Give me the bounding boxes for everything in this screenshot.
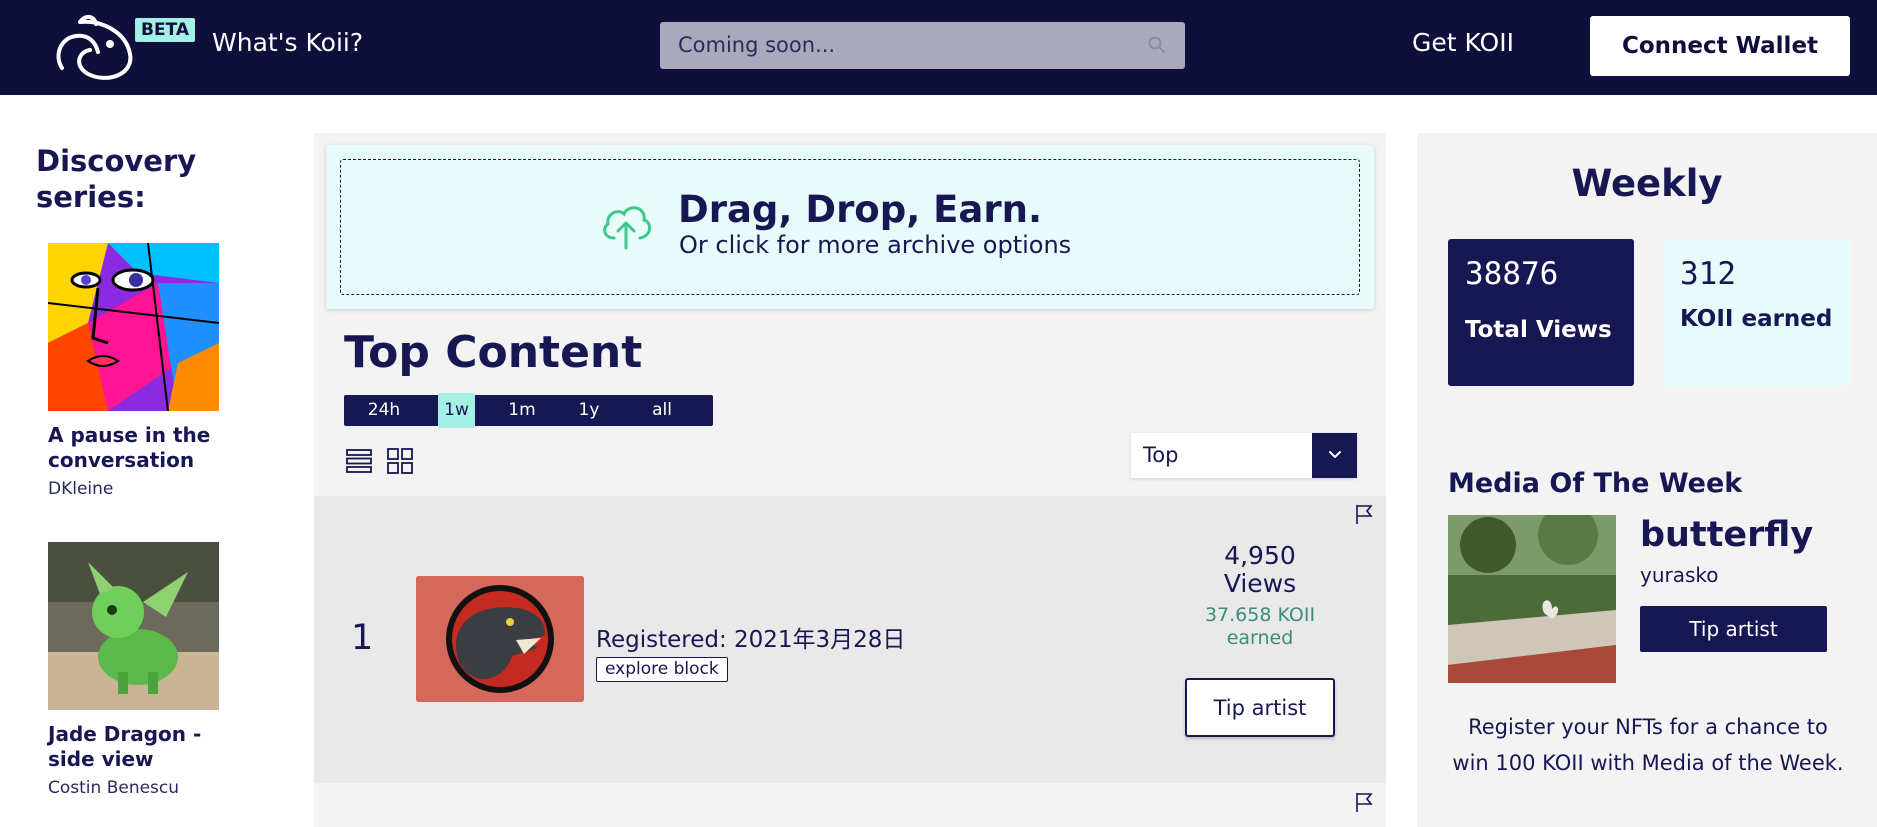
media-of-week-thumbnail[interactable] xyxy=(1448,515,1616,683)
whats-koii-link[interactable]: What's Koii? xyxy=(212,28,363,57)
sort-dropdown-button[interactable] xyxy=(1312,433,1357,478)
discovery-card[interactable]: Jade Dragon - side view Costin Benescu xyxy=(48,542,228,798)
koii-earned-amount: 37.658 KOII xyxy=(1204,604,1316,626)
discovery-item-author[interactable]: DKleine xyxy=(48,479,228,499)
tab-24h[interactable]: 24h xyxy=(344,395,424,426)
sort-value: Top xyxy=(1143,443,1179,467)
dropzone-headline: Drag, Drop, Earn. xyxy=(678,188,1043,231)
top-navbar: BETA What's Koii? Coming soon... Get KOI… xyxy=(0,0,1877,95)
discovery-item-author[interactable]: Costin Benescu xyxy=(48,778,228,798)
koii-earned-value: 312 xyxy=(1680,256,1736,292)
discovery-card[interactable]: A pause in the conversation DKleine xyxy=(48,243,228,499)
koii-logo-icon[interactable] xyxy=(50,12,140,80)
content-thumbnail[interactable] xyxy=(416,576,584,702)
media-of-week-title: Media Of The Week xyxy=(1448,468,1743,499)
media-of-week-promo: Register your NFTs for a chance to win 1… xyxy=(1452,715,1844,775)
koii-earned-label: KOII earned xyxy=(1680,306,1833,332)
tip-artist-button[interactable]: Tip artist xyxy=(1640,606,1827,652)
search-input[interactable]: Coming soon... xyxy=(660,22,1185,69)
tab-1w[interactable]: 1w xyxy=(438,393,475,428)
tab-all[interactable]: all xyxy=(634,395,690,426)
chevron-down-icon xyxy=(1329,451,1341,458)
list-view-icon[interactable] xyxy=(345,447,373,475)
beta-badge: BETA xyxy=(135,18,196,42)
flag-icon[interactable] xyxy=(1354,503,1374,525)
discovery-title: Discovery series: xyxy=(36,144,197,214)
flag-icon[interactable] xyxy=(1354,791,1374,813)
rank-number: 1 xyxy=(351,618,374,658)
total-views-value: 38876 xyxy=(1465,256,1559,292)
discovery-item-name[interactable]: A pause in the conversation xyxy=(48,423,228,473)
cloud-upload-icon xyxy=(603,206,651,250)
registered-date: Registered: 2021年3月28日 xyxy=(596,627,906,653)
get-koii-link[interactable]: Get KOII xyxy=(1412,28,1514,57)
search-placeholder: Coming soon... xyxy=(678,33,836,57)
tab-1m[interactable]: 1m xyxy=(494,395,550,426)
discovery-thumbnail[interactable] xyxy=(48,542,219,710)
media-of-week-author[interactable]: yurasko xyxy=(1640,563,1719,587)
media-of-week-name[interactable]: butterfly xyxy=(1640,515,1813,555)
total-views-label: Total Views xyxy=(1465,317,1612,343)
time-range-tabs: 24h 1w 1m 1y all xyxy=(344,393,713,428)
weekly-title: Weekly xyxy=(1571,162,1723,205)
tip-artist-button[interactable]: Tip artist xyxy=(1185,678,1335,737)
sort-select[interactable]: Top xyxy=(1131,433,1357,478)
total-views-card: 38876 Total Views xyxy=(1448,239,1634,386)
connect-wallet-button[interactable]: Connect Wallet xyxy=(1590,16,1850,76)
views-count: 4,950 xyxy=(1224,541,1296,570)
discovery-thumbnail[interactable] xyxy=(48,243,219,411)
discovery-item-name[interactable]: Jade Dragon - side view xyxy=(48,722,228,772)
dropzone-subline: Or click for more archive options xyxy=(679,231,1072,259)
top-content-title: Top Content xyxy=(344,327,643,378)
koii-earned-label: earned xyxy=(1226,627,1294,649)
views-label: Views xyxy=(1223,569,1297,598)
koii-earned-card: 312 KOII earned xyxy=(1663,239,1850,386)
search-icon xyxy=(1148,36,1165,53)
grid-view-icon[interactable] xyxy=(386,447,414,475)
explore-block-link[interactable]: explore block xyxy=(596,657,728,682)
tab-1y[interactable]: 1y xyxy=(564,395,614,426)
